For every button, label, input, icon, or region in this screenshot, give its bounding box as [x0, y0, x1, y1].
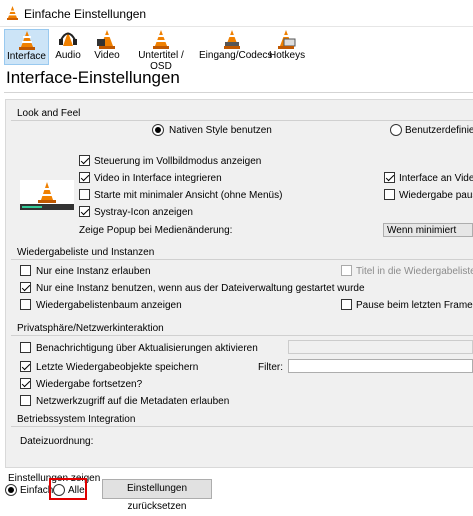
minimal-view-label: Starte mit minimaler Ansicht (ohne Menüs… — [94, 190, 283, 201]
systray-checkbox[interactable] — [79, 206, 90, 217]
title-bar: Einfache Einstellungen — [0, 0, 473, 27]
native-style-radio[interactable] — [152, 124, 164, 136]
resume-checkbox[interactable] — [20, 378, 31, 389]
section-os-integration: Betriebssystem Integration — [17, 414, 136, 425]
tab-input-codecs[interactable]: Eingang/Codecs — [199, 29, 272, 65]
update-notify-checkbox[interactable] — [20, 342, 31, 353]
native-style-label: Nativen Style benutzen — [169, 125, 272, 136]
metadata-label: Netzwerkzugriff auf die Metadaten erlaub… — [36, 396, 230, 407]
subtitles-cone-icon — [153, 30, 169, 49]
playlist-tree-label: Wiedergabelistenbaum anzeigen — [36, 300, 182, 311]
section-privacy: Privatsphäre/Netzwerkinteraktion — [17, 323, 164, 334]
interface-video-checkbox[interactable] — [384, 172, 395, 183]
section-playlist: Wiedergabeliste und Instanzen — [17, 247, 155, 258]
fullscreen-controls-checkbox[interactable] — [79, 155, 90, 166]
tab-label: Audio — [55, 50, 81, 61]
page-title: Interface-Einstellungen — [6, 68, 180, 87]
custom-style-label: Benutzerdefiniert — [405, 125, 473, 136]
title-playlist-checkbox[interactable] — [341, 265, 352, 276]
interface-cone-icon — [18, 31, 35, 50]
simple-radio[interactable] — [5, 484, 17, 496]
codecs-cone-icon — [224, 30, 240, 49]
tab-hotkeys[interactable]: Hotkeys — [269, 29, 306, 65]
tab-subtitles-osd[interactable]: Untertitel / OSD — [128, 29, 194, 72]
one-instance-checkbox[interactable] — [20, 265, 31, 276]
metadata-checkbox[interactable] — [20, 395, 31, 406]
file-assoc-label: Dateizuordnung: — [20, 436, 94, 447]
divider — [11, 120, 473, 121]
divider — [11, 259, 473, 260]
video-cone-icon — [97, 30, 115, 49]
fullscreen-controls-label: Steuerung im Vollbildmodus anzeigen — [94, 156, 262, 167]
popup-label: Zeige Popup bei Medienänderung: — [79, 225, 233, 236]
hotkeys-cone-icon — [278, 30, 296, 49]
custom-style-radio[interactable] — [390, 124, 402, 136]
one-instance-label: Nur eine Instanz erlauben — [36, 266, 151, 277]
resume-label: Wiedergabe fortsetzen? — [36, 379, 143, 390]
video-integrate-checkbox[interactable] — [79, 172, 90, 183]
divider — [11, 335, 473, 336]
vlc-cone-icon — [7, 6, 18, 20]
tab-video[interactable]: Video — [92, 29, 122, 65]
systray-label: Systray-Icon anzeigen — [94, 207, 193, 218]
one-instance-file-checkbox[interactable] — [20, 282, 31, 293]
tab-label: Eingang/Codecs — [199, 50, 273, 61]
playlist-tree-checkbox[interactable] — [20, 299, 31, 310]
pause-last-frame-checkbox[interactable] — [341, 299, 352, 310]
interface-preview-image — [20, 180, 74, 210]
one-instance-file-label: Nur eine Instanz benutzen, wenn aus der … — [36, 283, 365, 294]
tab-audio[interactable]: Audio — [53, 29, 83, 65]
category-toolbar: Interface Audio Video Untertitel / OSD E… — [0, 27, 473, 72]
video-integrate-label: Video in Interface integrieren — [94, 173, 222, 184]
popup-select[interactable]: Wenn minimiert — [383, 223, 473, 237]
tab-label: Video — [94, 50, 120, 61]
headphones-cone-icon — [59, 32, 77, 46]
title-playlist-label: Titel in die Wiedergabeliste ein — [356, 266, 473, 277]
pause-playback-checkbox[interactable] — [384, 189, 395, 200]
filter-label: Filter: — [258, 362, 283, 373]
highlight-box — [49, 478, 87, 500]
divider — [4, 92, 473, 93]
save-recent-checkbox[interactable] — [20, 361, 31, 372]
pause-last-frame-label: Pause beim letzten Frame eine — [356, 300, 473, 311]
interface-video-label: Interface an Videog — [399, 173, 473, 184]
section-look-feel: Look and Feel — [17, 108, 81, 119]
window-title: Einfache Einstellungen — [24, 7, 147, 21]
filter-input[interactable] — [288, 359, 473, 373]
save-recent-label: Letzte Wiedergabeobjekte speichern — [36, 362, 199, 373]
popup-select-value: Wenn minimiert — [387, 225, 457, 236]
reset-settings-label: Einstellungen zurücksetzen — [126, 483, 188, 512]
tab-label: Interface — [7, 51, 46, 62]
tab-label: Hotkeys — [269, 50, 306, 61]
minimal-view-checkbox[interactable] — [79, 189, 90, 200]
update-notify-label: Benachrichtigung über Aktualisierungen a… — [36, 343, 258, 354]
reset-settings-button[interactable]: Einstellungen zurücksetzen — [102, 479, 212, 512]
tab-interface[interactable]: Interface — [4, 29, 49, 65]
pause-playback-label: Wiedergabe pausie — [399, 190, 473, 201]
update-interval-field[interactable] — [288, 340, 473, 354]
divider — [11, 426, 473, 427]
